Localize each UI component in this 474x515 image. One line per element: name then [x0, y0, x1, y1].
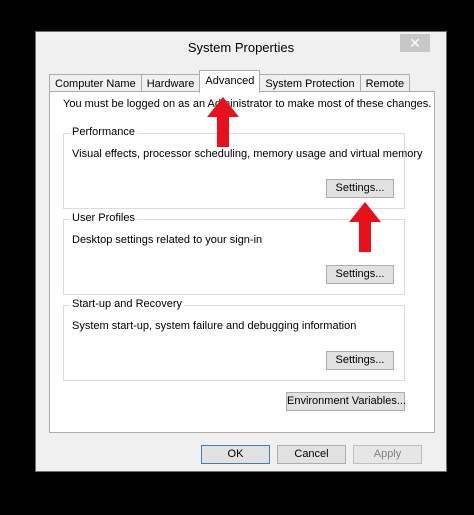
admin-note: You must be logged on as an Administrato… [63, 98, 432, 110]
advanced-tab-panel: You must be logged on as an Administrato… [49, 91, 435, 433]
title-bar: System Properties ✕ [36, 32, 446, 63]
close-icon: ✕ [409, 35, 421, 51]
tab-remote[interactable]: Remote [359, 74, 411, 92]
annotation-arrow-up-icon [207, 97, 239, 147]
arrow-shape [207, 97, 239, 147]
tab-hardware[interactable]: Hardware [140, 74, 201, 92]
user-profiles-settings-button[interactable]: Settings... [326, 265, 394, 284]
annotation-arrow-up-icon [349, 202, 381, 252]
tab-computer-name[interactable]: Computer Name [49, 74, 142, 92]
performance-title: Performance [70, 126, 137, 138]
arrow-shape [349, 202, 381, 252]
tab-strip: Computer Name Hardware Advanced System P… [49, 70, 411, 93]
close-button[interactable]: ✕ [400, 34, 430, 52]
tab-advanced[interactable]: Advanced [199, 70, 261, 93]
tab-system-protection[interactable]: System Protection [259, 74, 361, 92]
startup-recovery-group: Start-up and Recovery System start-up, s… [63, 298, 405, 381]
startup-recovery-settings-button[interactable]: Settings... [326, 351, 394, 370]
apply-button: Apply [353, 445, 422, 464]
startup-recovery-description: System start-up, system failure and debu… [72, 320, 357, 332]
performance-settings-button[interactable]: Settings... [326, 179, 394, 198]
startup-recovery-title: Start-up and Recovery [70, 298, 185, 310]
environment-variables-button[interactable]: Environment Variables... [286, 392, 406, 411]
cancel-button[interactable]: Cancel [277, 445, 346, 464]
system-properties-window: System Properties ✕ Computer Name Hardwa… [35, 31, 447, 472]
performance-description: Visual effects, processor scheduling, me… [72, 148, 423, 160]
window-title: System Properties [187, 40, 295, 55]
user-profiles-description: Desktop settings related to your sign-in [72, 234, 263, 246]
ok-button[interactable]: OK [201, 445, 270, 464]
user-profiles-title: User Profiles [70, 212, 137, 224]
